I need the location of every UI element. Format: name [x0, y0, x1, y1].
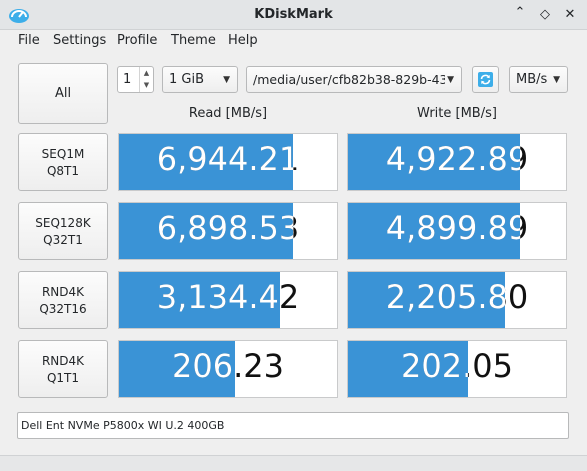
menu-settings[interactable]: Settings — [53, 33, 106, 48]
write-result: 2,205.80 2,205.80 — [347, 271, 567, 329]
test-params: Q8T1 — [46, 164, 80, 178]
chevron-down-icon: ▼ — [223, 75, 230, 85]
refresh-icon — [478, 72, 493, 87]
test-params: Q32T1 — [43, 233, 83, 247]
menu-help[interactable]: Help — [228, 33, 258, 48]
runs-value: 1 — [123, 72, 132, 87]
size-value: 1 GiB — [169, 72, 205, 87]
test-params: Q1T1 — [46, 371, 80, 385]
unit-combo[interactable]: MB/s ▼ — [509, 66, 568, 93]
test-name: RND4K — [41, 354, 85, 368]
path-combo[interactable]: /media/user/cfb82b38-829b-43 ▼ — [246, 66, 462, 93]
chevron-down-icon: ▼ — [553, 75, 560, 85]
maximize-icon[interactable]: ◇ — [536, 6, 554, 24]
test-name: SEQ1M — [41, 147, 85, 161]
all-button[interactable]: All — [18, 63, 108, 124]
menu-theme[interactable]: Theme — [171, 33, 216, 48]
read-result: 6,898.53 6,898.53 — [118, 202, 338, 260]
unit-value: MB/s — [516, 72, 548, 87]
read-result: 206.23 206.23 — [118, 340, 338, 398]
status-bar — [0, 455, 587, 471]
runs-spinbox[interactable]: 1 ▲ ▼ — [117, 66, 154, 93]
read-result: 6,944.21 6,944.21 — [118, 133, 338, 191]
write-result: 4,922.89 4,922.89 — [347, 133, 567, 191]
test-name: SEQ128K — [35, 216, 91, 230]
menu-bar: File Settings Profile Theme Help — [0, 30, 587, 52]
test-name: RND4K — [41, 285, 85, 299]
device-comment-field[interactable]: Dell Ent NVMe P5800x WI U.2 400GB — [17, 412, 569, 439]
test-button-seq128k[interactable]: SEQ128K Q32T1 — [18, 202, 108, 260]
path-value: /media/user/cfb82b38-829b-43 — [253, 72, 445, 87]
menu-profile[interactable]: Profile — [117, 33, 157, 48]
minimize-icon[interactable]: ⌃ — [511, 4, 529, 22]
write-result: 202.05 202.05 — [347, 340, 567, 398]
test-button-rnd4k-q1t1[interactable]: RND4K Q1T1 — [18, 340, 108, 398]
chevron-down-icon: ▼ — [447, 75, 454, 85]
menu-file[interactable]: File — [18, 33, 40, 48]
size-combo[interactable]: 1 GiB ▼ — [162, 66, 238, 93]
test-button-rnd4k-q32t16[interactable]: RND4K Q32T16 — [18, 271, 108, 329]
test-button-seq1m[interactable]: SEQ1M Q8T1 — [18, 133, 108, 191]
refresh-button[interactable] — [472, 66, 499, 93]
write-result: 4,899.89 4,899.89 — [347, 202, 567, 260]
title-bar: KDiskMark ⌃ ◇ ✕ — [0, 0, 587, 30]
write-header: Write [MB/s] — [417, 106, 497, 121]
spin-arrows-icon[interactable]: ▲ ▼ — [139, 67, 153, 92]
window-title: KDiskMark — [254, 7, 333, 22]
test-params: Q32T16 — [39, 302, 87, 316]
read-header: Read [MB/s] — [188, 106, 268, 121]
close-icon[interactable]: ✕ — [561, 6, 579, 24]
read-result: 3,134.42 3,134.42 — [118, 271, 338, 329]
